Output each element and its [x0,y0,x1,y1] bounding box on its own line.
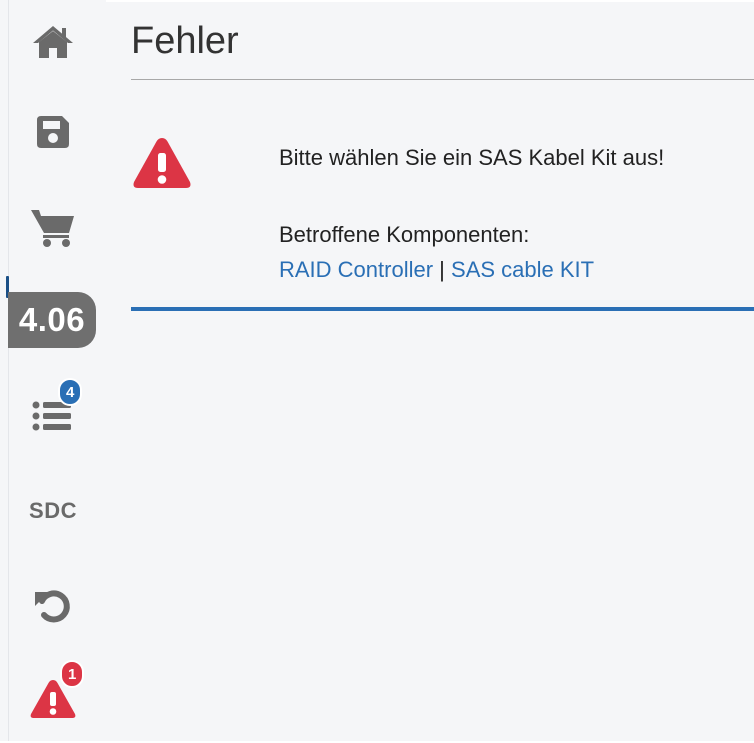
link-sas-cable-kit[interactable]: SAS cable KIT [451,257,594,282]
affected-components-links: RAID Controller | SAS cable KIT [279,257,594,283]
sidebar-item-undo[interactable] [0,583,106,627]
alert-count-badge: 1 [60,660,85,688]
version-badge[interactable]: 4.06 [8,292,96,348]
warning-icon [133,138,191,188]
sdc-label: SDC [29,498,77,523]
save-icon [37,116,69,148]
cart-icon [31,210,74,247]
sidebar-item-list[interactable] [0,392,106,440]
main-content: Fehler Bitte wählen Sie ein SAS Kabel Ki… [131,0,754,743]
link-raid-controller[interactable]: RAID Controller [279,257,433,282]
list-count-badge: 4 [58,378,83,406]
undo-icon [35,590,70,623]
section-divider [131,307,754,311]
sidebar-item-alerts[interactable] [0,676,106,722]
error-message: Bitte wählen Sie ein SAS Kabel Kit aus! [279,145,665,170]
sidebar-item-home[interactable] [0,22,106,62]
affected-components-label: Betroffene Komponenten: [279,222,530,247]
link-separator: | [439,257,445,282]
page-title: Fehler [131,20,239,62]
title-divider [131,79,754,80]
sidebar-item-cart[interactable] [0,204,106,250]
home-icon [33,26,73,58]
sidebar-item-sdc[interactable]: SDC [0,494,106,528]
sidebar-item-save[interactable] [0,112,106,152]
sidebar: 4.06 4 SDC 1 [0,0,106,743]
